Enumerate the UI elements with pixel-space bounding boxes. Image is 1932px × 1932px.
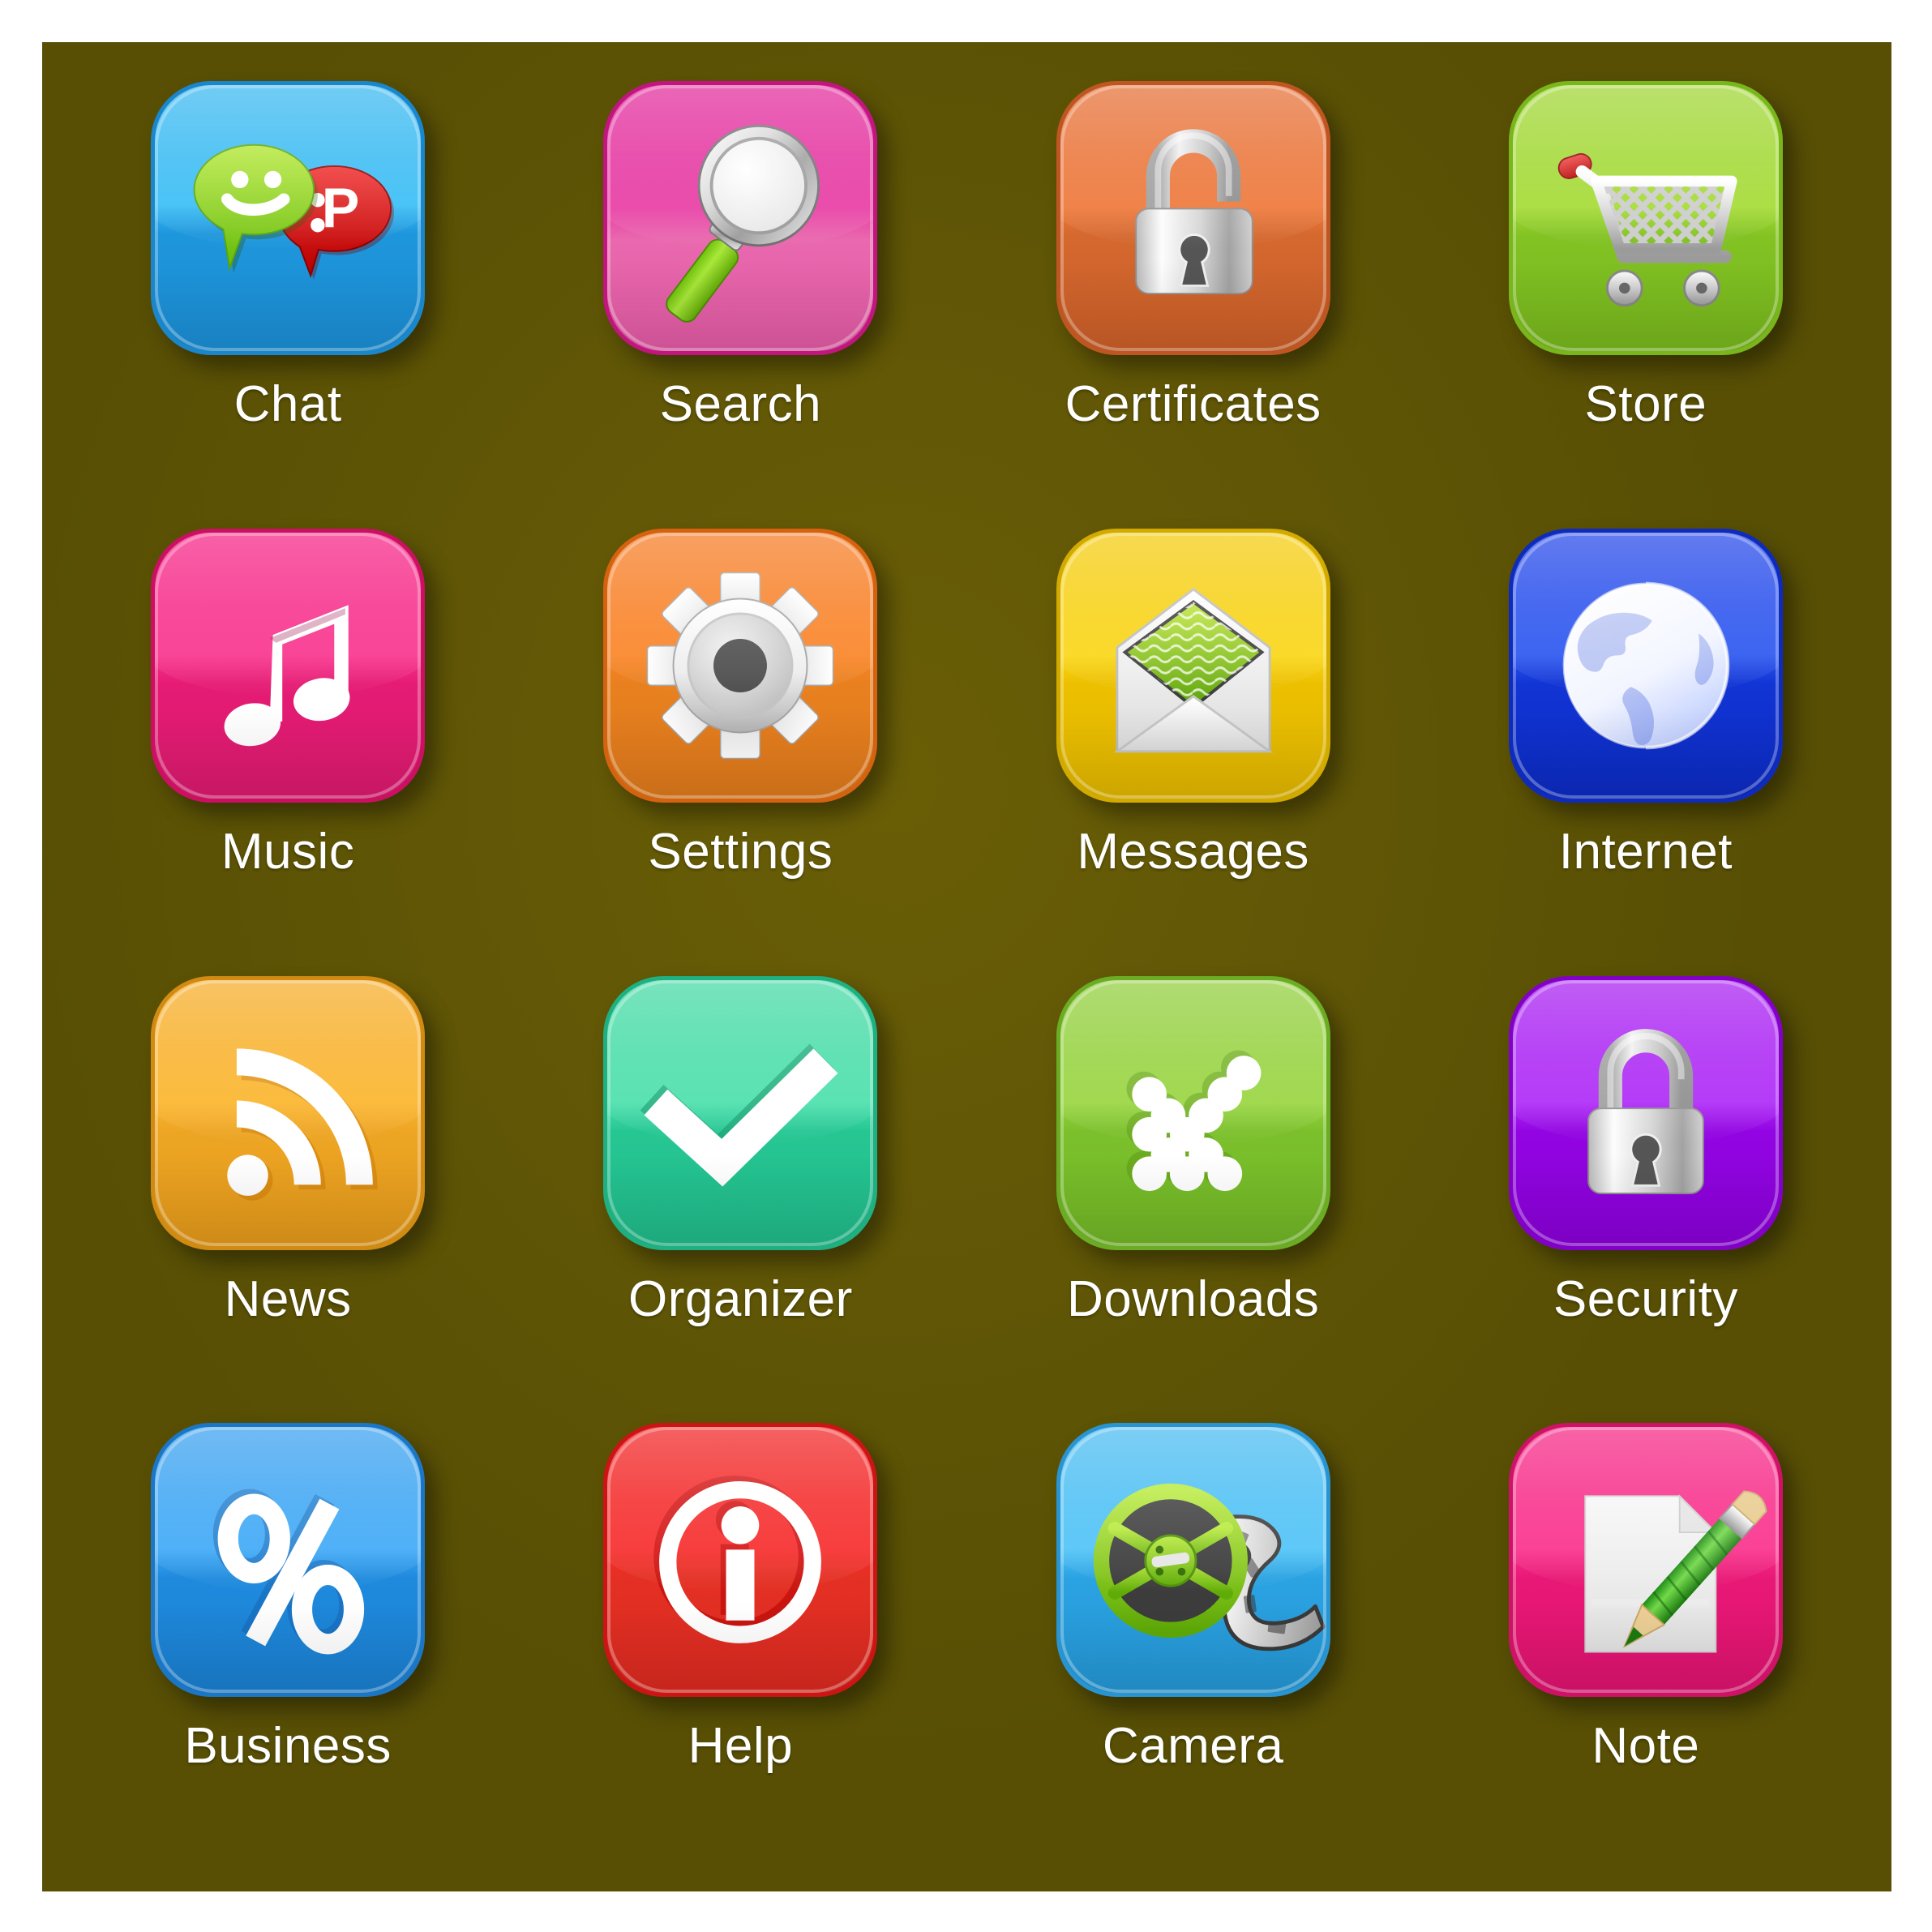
app-label: Music — [221, 823, 355, 880]
chat-bubbles-icon: P — [155, 85, 421, 351]
app-label: Security — [1553, 1270, 1738, 1327]
app-icon-search[interactable]: Search — [514, 81, 966, 529]
news-tile[interactable] — [151, 975, 426, 1250]
business-tile[interactable] — [151, 1423, 426, 1698]
gear-icon — [607, 533, 873, 799]
envelope-icon — [1060, 533, 1326, 799]
app-icon-store[interactable]: Store — [1420, 81, 1872, 529]
app-icon-camera[interactable]: Camera — [967, 1423, 1420, 1870]
desktop-background: P Chat Search Certificates Store Music S… — [42, 42, 1891, 1891]
app-label: Search — [659, 376, 822, 432]
info-circle-icon — [607, 1427, 873, 1693]
app-label: Store — [1584, 376, 1707, 432]
messages-tile[interactable] — [1056, 528, 1330, 803]
dotted-arrow-icon — [1060, 980, 1326, 1246]
music-note-icon — [155, 533, 421, 799]
music-tile[interactable] — [151, 528, 426, 803]
closed-padlock-icon — [1513, 980, 1779, 1246]
app-icon-chat[interactable]: P Chat — [62, 81, 514, 529]
organizer-tile[interactable] — [603, 975, 878, 1250]
app-icon-internet[interactable]: Internet — [1420, 528, 1872, 976]
note-pencil-icon — [1513, 1427, 1779, 1693]
magnifier-icon — [607, 85, 873, 351]
chat-tile[interactable]: P — [151, 81, 426, 355]
app-label: Camera — [1102, 1718, 1284, 1775]
app-label: Messages — [1077, 823, 1309, 880]
app-icon-grid: P Chat Search Certificates Store Music S… — [42, 42, 1891, 1891]
percent-icon — [155, 1427, 421, 1693]
security-tile[interactable] — [1508, 975, 1783, 1250]
app-label: Certificates — [1065, 376, 1322, 432]
app-label: Downloads — [1067, 1270, 1320, 1327]
store-tile[interactable] — [1508, 81, 1783, 355]
checkmark-icon — [607, 980, 873, 1246]
camera-tile[interactable] — [1056, 1423, 1330, 1698]
app-label: Organizer — [628, 1270, 853, 1327]
app-icon-organizer[interactable]: Organizer — [514, 975, 966, 1424]
rss-feed-icon — [155, 980, 421, 1246]
app-label: News — [224, 1270, 352, 1327]
note-tile[interactable] — [1508, 1423, 1783, 1698]
app-icon-downloads[interactable]: Downloads — [967, 975, 1420, 1424]
certificates-tile[interactable] — [1056, 81, 1330, 355]
app-label: Help — [688, 1718, 794, 1775]
app-icon-business[interactable]: Business — [62, 1423, 514, 1870]
app-label: Business — [184, 1718, 392, 1775]
app-label: Note — [1591, 1718, 1700, 1775]
app-icon-messages[interactable]: Messages — [967, 528, 1420, 976]
screenshot-frame: P Chat Search Certificates Store Music S… — [0, 0, 1932, 1932]
search-tile[interactable] — [603, 81, 878, 355]
globe-icon — [1513, 533, 1779, 799]
app-icon-security[interactable]: Security — [1420, 975, 1872, 1424]
settings-tile[interactable] — [603, 528, 878, 803]
app-label: Internet — [1558, 823, 1733, 880]
svg-text:P: P — [322, 177, 360, 240]
app-icon-certificates[interactable]: Certificates — [967, 81, 1420, 529]
app-icon-note[interactable]: Note — [1420, 1423, 1872, 1870]
app-icon-news[interactable]: News — [62, 975, 514, 1424]
film-reel-icon — [1060, 1427, 1326, 1693]
app-icon-settings[interactable]: Settings — [514, 528, 966, 976]
help-tile[interactable] — [603, 1423, 878, 1698]
app-label: Chat — [233, 376, 342, 432]
open-padlock-icon — [1060, 85, 1326, 351]
app-icon-help[interactable]: Help — [514, 1423, 966, 1870]
app-label: Settings — [648, 823, 833, 880]
internet-tile[interactable] — [1508, 528, 1783, 803]
app-icon-music[interactable]: Music — [62, 528, 514, 976]
shopping-cart-icon — [1513, 85, 1779, 351]
downloads-tile[interactable] — [1056, 975, 1330, 1250]
